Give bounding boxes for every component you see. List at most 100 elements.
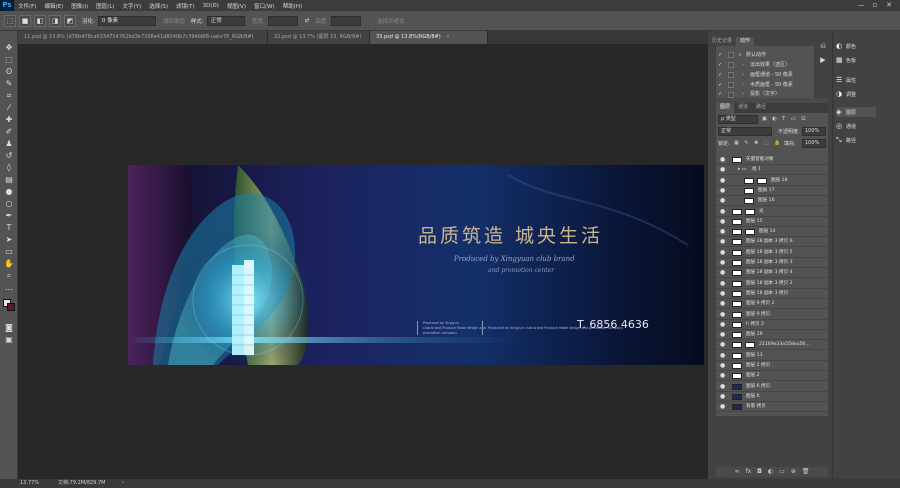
layer-row[interactable]: ● 图层 15 <box>716 217 828 227</box>
visibility-eye-icon[interactable]: ● <box>720 279 725 289</box>
dock-swatches[interactable]: ▦ 色板 <box>836 55 876 65</box>
filter-icons[interactable]: ▣ ◐ T ▭ ⊡ <box>762 116 807 122</box>
background-color-swatch[interactable] <box>7 303 15 311</box>
layer-row[interactable]: ● 图层 18 副本 3 拷贝 2 <box>716 279 828 289</box>
type-tool-icon[interactable]: T <box>3 223 15 233</box>
check-icon[interactable]: ✓ <box>718 80 722 90</box>
visibility-eye-icon[interactable]: ● <box>720 392 725 402</box>
doc-tab-11[interactable]: 11.psd @ 13.8% (d78b478ca6334754762bd3e7… <box>18 31 268 44</box>
dock-channels[interactable]: ◎ 通道 <box>836 121 876 131</box>
shape-tool-icon[interactable]: ▭ <box>3 247 15 257</box>
menu-type[interactable]: 文字(Y) <box>123 2 142 10</box>
delete-layer-icon[interactable]: 🗑 <box>802 467 810 477</box>
layer-thumbnail[interactable] <box>732 249 742 256</box>
move-tool-icon[interactable]: ✥ <box>3 43 15 53</box>
layer-thumbnail[interactable] <box>744 198 754 205</box>
layer-row[interactable]: ● 图层 18 副本 3 拷贝 <box>716 289 828 299</box>
layer-row[interactable]: ● 矢量智能对象 <box>716 155 828 165</box>
visibility-eye-icon[interactable]: ● <box>720 155 725 165</box>
visibility-eye-icon[interactable]: ● <box>720 207 725 217</box>
tab-layers[interactable]: 图层 <box>716 103 735 113</box>
layer-row[interactable]: ● 图层 18 <box>716 176 828 186</box>
dialog-toggle[interactable] <box>728 72 734 78</box>
healing-brush-tool-icon[interactable]: ✚ <box>3 115 15 125</box>
visibility-eye-icon[interactable]: ● <box>720 371 725 381</box>
menu-view[interactable]: 视图(V) <box>227 2 246 10</box>
blend-mode-select[interactable]: 正常 <box>718 127 772 136</box>
layer-thumbnail[interactable] <box>732 342 742 349</box>
zoom-level[interactable]: 13.77% <box>20 479 39 488</box>
action-item[interactable]: ✓ › 投影（文字） <box>716 90 814 98</box>
history-panel-icon[interactable]: ⎌ <box>818 41 828 51</box>
layer-mask-thumbnail[interactable] <box>757 177 767 184</box>
visibility-eye-icon[interactable]: ● <box>720 248 725 258</box>
subtract-selection-icon[interactable]: ◨ <box>49 14 61 27</box>
select-and-mask-button[interactable]: 选择并遮住... <box>377 17 410 25</box>
layer-row[interactable]: ● 图层 18 副本 3 拷贝 4 <box>716 268 828 279</box>
close-icon[interactable]: ✕ <box>882 0 896 11</box>
visibility-eye-icon[interactable]: ● <box>720 217 725 227</box>
dock-properties[interactable]: ☰ 属性 <box>836 75 876 85</box>
zoom-tool-icon[interactable]: ⌕ <box>3 271 15 281</box>
feather-input[interactable]: 0 像素 <box>97 15 156 26</box>
visibility-eye-icon[interactable]: ● <box>720 186 725 196</box>
layer-thumbnail[interactable] <box>732 218 742 225</box>
check-icon[interactable]: ✓ <box>718 70 722 80</box>
layer-thumbnail[interactable] <box>744 177 754 184</box>
menu-3d[interactable]: 3D(D) <box>203 3 219 9</box>
visibility-eye-icon[interactable]: ● <box>720 320 725 330</box>
visibility-eye-icon[interactable]: ● <box>720 227 725 237</box>
actions-panel-icon[interactable]: ▶ <box>818 55 828 65</box>
visibility-eye-icon[interactable]: ● <box>720 289 725 299</box>
layer-row[interactable]: ● 图层 6 <box>716 392 828 402</box>
layer-style-icon[interactable]: fx <box>746 467 752 477</box>
folder-icon[interactable]: ▸ ▭ <box>738 165 746 175</box>
visibility-eye-icon[interactable]: ● <box>720 237 725 247</box>
layer-mask-thumbnail[interactable] <box>745 229 755 236</box>
menu-window[interactable]: 窗口(W) <box>254 2 275 10</box>
menu-file[interactable]: 文件(F) <box>18 2 36 10</box>
layer-row[interactable]: ● 图层 2 <box>716 371 828 382</box>
layer-thumbnail[interactable] <box>732 280 742 287</box>
action-set-default[interactable]: ✓ ∨ 默认动作 <box>716 50 814 60</box>
width-input[interactable] <box>267 15 298 26</box>
chevron-right-icon[interactable]: › <box>742 80 744 90</box>
menu-select[interactable]: 选择(S) <box>149 2 168 10</box>
quick-mask-icon[interactable]: ◙ <box>3 323 15 333</box>
history-brush-tool-icon[interactable]: ↺ <box>3 151 15 161</box>
dock-color[interactable]: ◐ 颜色 <box>836 41 876 51</box>
layer-thumbnail[interactable] <box>732 321 742 328</box>
add-mask-icon[interactable]: ◘ <box>757 467 762 477</box>
visibility-eye-icon[interactable]: ● <box>720 330 725 340</box>
layer-thumbnail[interactable] <box>732 373 742 380</box>
check-icon[interactable]: ✓ <box>718 60 722 70</box>
brush-tool-icon[interactable]: ✐ <box>3 127 15 137</box>
layer-thumbnail[interactable] <box>732 290 742 297</box>
action-item[interactable]: ✓ › 淡出效果（选区） <box>716 60 814 70</box>
pen-tool-icon[interactable]: ✒ <box>3 211 15 221</box>
action-item[interactable]: ✓ › 画框通道 - 50 像素 <box>716 70 814 80</box>
tab-history[interactable]: 历史记录 <box>708 37 736 46</box>
doc-tab-22[interactable]: 22.psd @ 13.7% (图层 13, RGB/8#) <box>268 31 370 44</box>
layer-row[interactable]: ● 背景 拷贝 <box>716 402 828 413</box>
layer-mask-thumbnail[interactable] <box>745 208 755 215</box>
visibility-eye-icon[interactable]: ● <box>720 258 725 268</box>
quick-select-tool-icon[interactable]: ✎ <box>3 79 15 89</box>
lock-icons[interactable]: ▦ ✎ ✥ ⬚ 🔒 <box>734 140 782 146</box>
tab-paths[interactable]: 路径 <box>752 103 770 113</box>
swap-icon[interactable]: ⇄ <box>305 18 310 24</box>
layer-thumbnail[interactable] <box>732 260 742 266</box>
dialog-toggle[interactable] <box>728 52 734 58</box>
layer-row[interactable]: ● 图层 13 <box>716 351 828 361</box>
chevron-right-icon[interactable]: › <box>742 70 744 80</box>
visibility-eye-icon[interactable]: ● <box>720 361 725 371</box>
visibility-eye-icon[interactable]: ● <box>720 268 725 278</box>
chevron-down-icon[interactable]: ∨ <box>738 50 742 60</box>
layer-row[interactable]: ● 图层 18 副本 3 拷贝 3 <box>716 258 828 268</box>
restore-icon[interactable]: ▫ <box>868 0 882 11</box>
chevron-right-icon[interactable]: › <box>742 90 744 98</box>
layer-thumbnail[interactable] <box>744 187 754 194</box>
new-selection-icon[interactable]: ■ <box>19 14 31 27</box>
add-selection-icon[interactable]: ◧ <box>34 14 46 27</box>
layer-row[interactable]: ● 图层 16 <box>716 196 828 207</box>
